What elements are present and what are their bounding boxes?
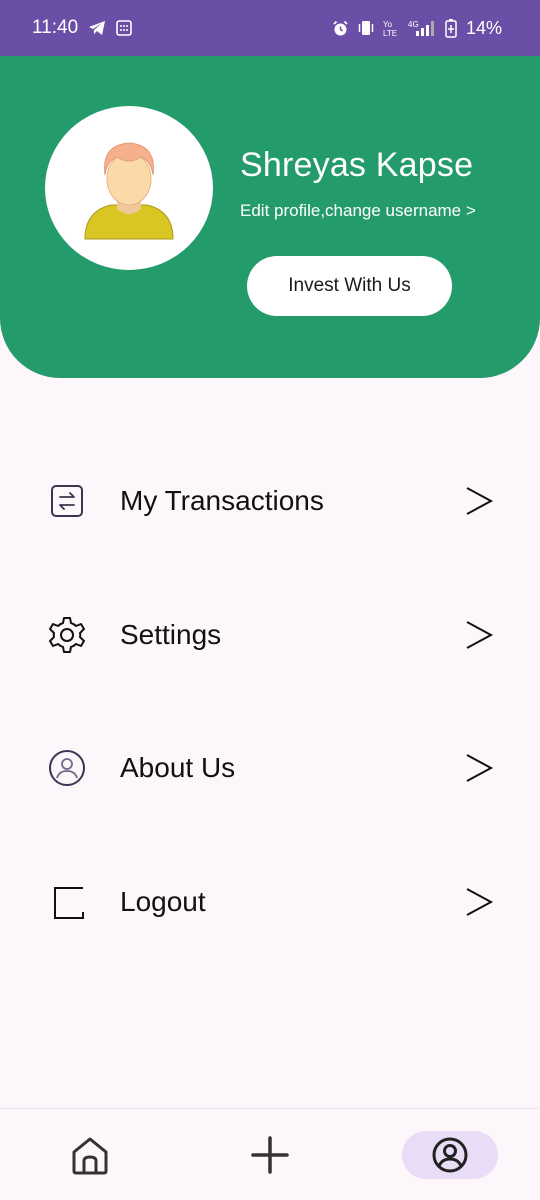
signal-icon: 4G [406, 19, 436, 37]
bottom-nav [0, 1108, 540, 1200]
gear-icon [46, 614, 88, 656]
telegram-icon [88, 20, 106, 36]
menu-item-about[interactable]: About Us [0, 728, 540, 808]
chevron-right-icon [462, 484, 496, 518]
menu-label-about: About Us [120, 752, 236, 783]
menu-item-settings[interactable]: Settings [0, 595, 540, 675]
logout-icon [46, 881, 88, 923]
status-right: Yo LTE 4G 14% [332, 18, 502, 39]
user-circle-icon [46, 747, 88, 789]
status-time: 11:40 [32, 17, 79, 38]
edit-profile-link[interactable]: Edit profile,change username > [240, 201, 476, 221]
profile-icon [432, 1137, 468, 1173]
nav-add[interactable] [246, 1131, 294, 1179]
menu-label-transactions: My Transactions [120, 485, 324, 516]
chevron-right-icon [462, 751, 496, 785]
vibrate-icon [358, 19, 374, 37]
svg-text:Yo: Yo [383, 20, 393, 29]
network-label: 4G [408, 20, 419, 29]
invest-button[interactable]: Invest With Us [247, 256, 452, 316]
menu-label-settings: Settings [120, 619, 222, 650]
transactions-icon [46, 480, 88, 522]
user-avatar-icon [84, 142, 174, 240]
plus-icon [251, 1136, 289, 1174]
nav-profile[interactable] [402, 1131, 498, 1179]
alarm-icon [332, 20, 349, 37]
chevron-right-icon [462, 618, 496, 652]
volte-icon: Yo LTE [383, 19, 397, 37]
svg-text:LTE: LTE [383, 29, 397, 37]
menu-label-logout: Logout [120, 886, 206, 917]
status-left: 11:40 [32, 17, 132, 39]
home-icon [72, 1137, 108, 1175]
chevron-right-icon [462, 885, 496, 919]
nav-home[interactable] [66, 1131, 114, 1179]
menu-item-logout[interactable]: Logout [0, 862, 540, 942]
status-bar: 11:40 Yo LTE 4G 14% [0, 0, 540, 56]
menu-item-transactions[interactable]: My Transactions [0, 461, 540, 541]
battery-icon [445, 18, 457, 38]
battery-percent: 14% [465, 17, 502, 38]
user-name: Shreyas Kapse [240, 146, 474, 184]
calculator-icon [116, 20, 132, 36]
avatar[interactable] [45, 106, 213, 270]
